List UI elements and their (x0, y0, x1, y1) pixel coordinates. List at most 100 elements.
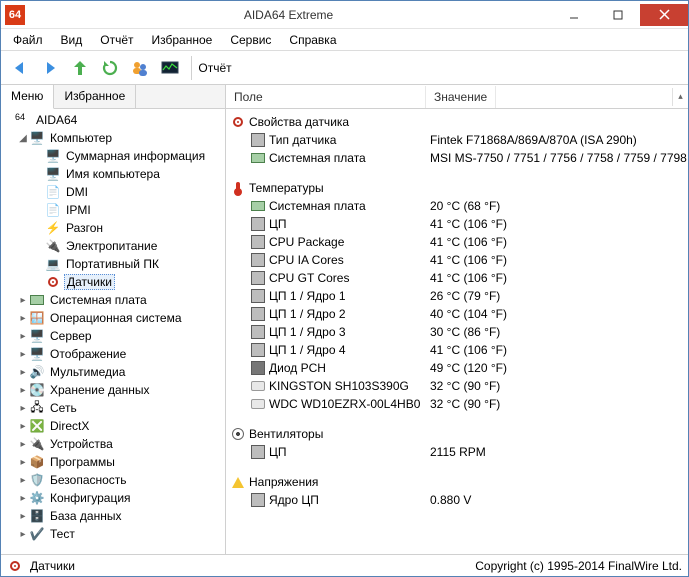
tree-server[interactable]: ▸🖥️Сервер (1, 327, 225, 345)
report-label: Отчёт (198, 61, 231, 75)
cpu-icon (250, 444, 266, 460)
field-label: ЦП 1 / Ядро 1 (269, 289, 346, 303)
status-left: Датчики (30, 559, 75, 573)
tree-label: Мультимедиа (48, 365, 127, 379)
tree-computer-name[interactable]: 🖥️Имя компьютера (1, 165, 225, 183)
data-row[interactable]: ЦП 1 / Ядро 126 °C (79 °F) (226, 287, 688, 305)
tree-benchmark[interactable]: ▸✔️Тест (1, 525, 225, 543)
menu-view[interactable]: Вид (53, 31, 91, 49)
sensor-icon (45, 274, 61, 290)
sensor-icon (230, 114, 246, 130)
menu-report[interactable]: Отчёт (92, 31, 141, 49)
cpu-icon (250, 324, 266, 340)
up-button[interactable] (67, 55, 93, 81)
column-field[interactable]: Поле (226, 86, 426, 108)
data-row[interactable]: Тип датчикаFintek F71868A/869A/870A (ISA… (226, 131, 688, 149)
group-volts: Напряжения (226, 473, 688, 491)
field-label: Диод PCH (269, 361, 326, 375)
tree-security[interactable]: ▸🛡️Безопасность (1, 471, 225, 489)
tree-dmi[interactable]: 📄DMI (1, 183, 225, 201)
forward-button[interactable] (37, 55, 63, 81)
data-row[interactable]: CPU GT Cores41 °C (106 °F) (226, 269, 688, 287)
tree-overclock[interactable]: ⚡Разгон (1, 219, 225, 237)
data-row[interactable]: Ядро ЦП0.880 V (226, 491, 688, 509)
field-value: 40 °C (104 °F) (426, 307, 507, 321)
data-row[interactable]: KINGSTON SH103S390G32 °C (90 °F) (226, 377, 688, 395)
field-value: 41 °C (106 °F) (426, 235, 507, 249)
field-value: 41 °C (106 °F) (426, 253, 507, 267)
board-icon (250, 198, 266, 214)
tree-directx[interactable]: ▸❎DirectX (1, 417, 225, 435)
tree-database[interactable]: ▸🗄️База данных (1, 507, 225, 525)
aida-icon: 64 (15, 112, 31, 128)
tree-sensors[interactable]: Датчики (1, 273, 225, 291)
data-row[interactable]: ЦП 1 / Ядро 240 °C (104 °F) (226, 305, 688, 323)
monitor-button[interactable] (157, 55, 183, 81)
field-label: ЦП (269, 445, 287, 459)
data-row[interactable]: CPU Package41 °C (106 °F) (226, 233, 688, 251)
tree-computer[interactable]: ◢🖥️Компьютер (1, 129, 225, 147)
tree-label: Разгон (64, 221, 105, 235)
voltage-icon (230, 474, 246, 490)
tree-software[interactable]: ▸📦Программы (1, 453, 225, 471)
tree-devices[interactable]: ▸🔌Устройства (1, 435, 225, 453)
laptop-icon: 💻 (45, 256, 61, 272)
tree-label: Сервер (48, 329, 94, 343)
tree-storage[interactable]: ▸💽Хранение данных (1, 381, 225, 399)
list-body[interactable]: Свойства датчика Тип датчикаFintek F7186… (226, 109, 688, 554)
nav-tree[interactable]: 64AIDA64 ◢🖥️Компьютер 🖥️Суммарная информ… (1, 109, 225, 554)
tree-portable[interactable]: 💻Портативный ПК (1, 255, 225, 273)
scroll-up-button[interactable]: ▴ (672, 88, 688, 106)
refresh-button[interactable] (97, 55, 123, 81)
data-row[interactable]: ЦП 1 / Ядро 441 °C (106 °F) (226, 341, 688, 359)
tree-label: Программы (48, 455, 117, 469)
directx-icon: ❎ (29, 418, 45, 434)
maximize-button[interactable] (596, 4, 640, 26)
tree-root[interactable]: 64AIDA64 (1, 111, 225, 129)
data-row[interactable]: ЦП2115 RPM (226, 443, 688, 461)
users-button[interactable] (127, 55, 153, 81)
back-button[interactable] (7, 55, 33, 81)
tree-os[interactable]: ▸🪟Операционная система (1, 309, 225, 327)
config-icon: ⚙️ (29, 490, 45, 506)
data-row[interactable]: CPU IA Cores41 °C (106 °F) (226, 251, 688, 269)
group-sensor-props: Свойства датчика (226, 113, 688, 131)
tree-summary[interactable]: 🖥️Суммарная информация (1, 147, 225, 165)
data-row[interactable]: ЦП 1 / Ядро 330 °C (86 °F) (226, 323, 688, 341)
menu-favorites[interactable]: Избранное (144, 31, 221, 49)
field-label: KINGSTON SH103S390G (269, 379, 409, 393)
thermometer-icon (230, 180, 246, 196)
disk-icon (250, 378, 266, 394)
tab-favorites[interactable]: Избранное (54, 85, 136, 108)
tree-config[interactable]: ▸⚙️Конфигурация (1, 489, 225, 507)
tree-motherboard[interactable]: ▸Системная плата (1, 291, 225, 309)
tree-power[interactable]: 🔌Электропитание (1, 237, 225, 255)
data-row[interactable]: WDC WD10EZRX-00L4HB032 °C (90 °F) (226, 395, 688, 413)
data-row[interactable]: Диод PCH 49 °C (120 °F) (226, 359, 688, 377)
menu-file[interactable]: Файл (5, 31, 51, 49)
menu-help[interactable]: Справка (281, 31, 344, 49)
tree-label: Имя компьютера (64, 167, 162, 181)
titlebar: 64 AIDA64 Extreme (1, 1, 688, 29)
tree-multimedia[interactable]: ▸🔊Мультимедиа (1, 363, 225, 381)
data-row[interactable]: Системная плата20 °C (68 °F) (226, 197, 688, 215)
column-value[interactable]: Значение (426, 86, 496, 108)
tree-display[interactable]: ▸🖥️Отображение (1, 345, 225, 363)
minimize-button[interactable] (552, 4, 596, 26)
field-value: 20 °C (68 °F) (426, 199, 500, 213)
close-button[interactable] (640, 4, 688, 26)
group-label: Напряжения (249, 475, 318, 489)
tree-ipmi[interactable]: 📄IPMI (1, 201, 225, 219)
fan-icon (230, 426, 246, 442)
data-row[interactable]: Системная платаMSI MS-7750 / 7751 / 7756… (226, 149, 688, 167)
left-pane-tabs: Меню Избранное (1, 85, 225, 109)
menu-tools[interactable]: Сервис (222, 31, 279, 49)
tab-menu[interactable]: Меню (1, 85, 54, 109)
statusbar: Датчики Copyright (c) 1995-2014 FinalWir… (1, 554, 688, 576)
report-button[interactable]: Отчёт (200, 55, 226, 81)
field-value: 49 °C (120 °F) (426, 361, 507, 375)
data-row[interactable]: ЦП41 °C (106 °F) (226, 215, 688, 233)
tree-network[interactable]: ▸🖧Сеть (1, 399, 225, 417)
tree-label: База данных (48, 509, 123, 523)
tree-label: Сеть (48, 401, 79, 415)
